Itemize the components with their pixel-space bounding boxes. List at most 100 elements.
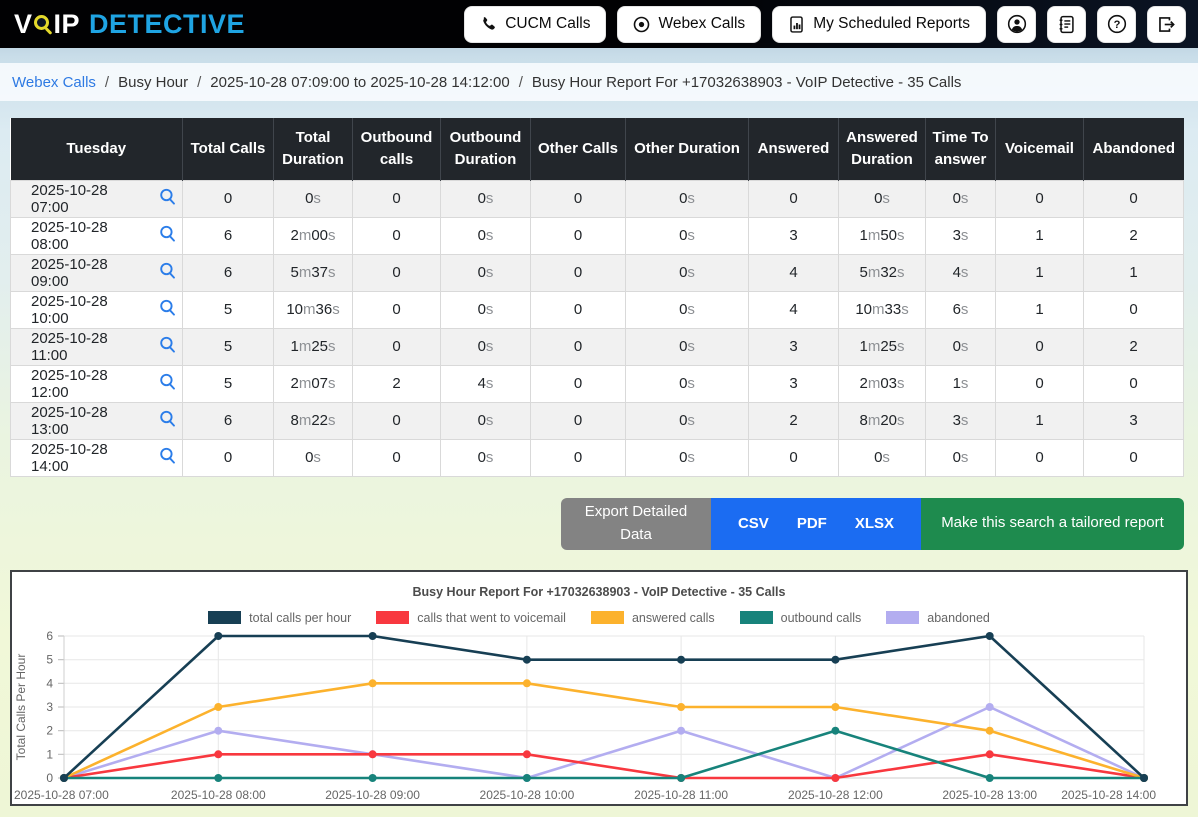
journal-button[interactable] (1047, 6, 1086, 43)
table-cell: 10m33s (839, 291, 926, 328)
legend-item[interactable]: calls that went to voicemail (376, 611, 566, 625)
breadcrumb-webex-calls-link[interactable]: Webex Calls (12, 74, 96, 91)
table-cell: 0 (996, 365, 1084, 402)
table-cell: 0 (996, 180, 1084, 217)
table-cell: 0 (353, 217, 441, 254)
table-cell: 0 (531, 328, 626, 365)
legend-item[interactable]: abandoned (886, 611, 990, 625)
table-cell: 6 (183, 254, 274, 291)
legend-label: abandoned (927, 611, 990, 625)
table-cell: 0 (183, 439, 274, 476)
table-cell: 0s (926, 328, 996, 365)
legend-swatch (591, 611, 624, 624)
table-cell: 0s (441, 328, 531, 365)
table-cell: 3 (749, 217, 839, 254)
table-cell: 2 (1084, 217, 1184, 254)
table-cell: 4s (441, 365, 531, 402)
breadcrumb-date-range: 2025-10-28 07:09:00 to 2025-10-28 14:12:… (210, 74, 509, 91)
table-cell: 0 (531, 180, 626, 217)
table-cell: 0 (1084, 291, 1184, 328)
table-cell: 4 (749, 291, 839, 328)
export-pdf-link[interactable]: PDF (797, 515, 827, 532)
row-search-icon[interactable] (159, 447, 177, 469)
logout-button[interactable] (1147, 6, 1186, 43)
legend-swatch (208, 611, 241, 624)
table-cell: 3 (1084, 402, 1184, 439)
table-row: 2025-10-28 11:0051m25s00s00s31m25s0s02 (11, 328, 1184, 365)
svg-text:5: 5 (46, 652, 53, 666)
help-button[interactable]: ? (1097, 6, 1136, 43)
legend-label: total calls per hour (249, 611, 351, 625)
breadcrumb-separator: / (105, 74, 109, 91)
table-cell: 0 (353, 328, 441, 365)
table-cell: 3 (749, 328, 839, 365)
table-cell: 5m37s (274, 254, 353, 291)
table-cell: 0s (441, 217, 531, 254)
table-cell: 0 (996, 439, 1084, 476)
export-xlsx-link[interactable]: XLSX (855, 515, 894, 532)
table-cell: 0s (626, 291, 749, 328)
table-cell: 0 (183, 180, 274, 217)
table-cell: 2m07s (274, 365, 353, 402)
table-cell: 0s (926, 180, 996, 217)
row-search-icon[interactable] (159, 262, 177, 284)
svg-text:2025-10-28 09:00: 2025-10-28 09:00 (325, 788, 420, 802)
webex-calls-button[interactable]: Webex Calls (617, 6, 761, 43)
table-header-row: Tuesday Total Calls Total Duration Outbo… (11, 118, 1184, 180)
my-scheduled-reports-button[interactable]: My Scheduled Reports (772, 6, 986, 43)
legend-item[interactable]: outbound calls (740, 611, 862, 625)
file-bar-graph-icon (788, 16, 805, 33)
account-icon (1007, 14, 1027, 34)
svg-text:0: 0 (46, 771, 53, 785)
table-cell: 0 (531, 365, 626, 402)
column-header: Abandoned (1084, 118, 1184, 180)
table-cell: 4s (926, 254, 996, 291)
svg-text:2025-10-28 13:00: 2025-10-28 13:00 (942, 788, 1037, 802)
table-cell: 0 (1084, 439, 1184, 476)
table-cell: 0s (274, 180, 353, 217)
legend-item[interactable]: answered calls (591, 611, 715, 625)
table-row: 2025-10-28 12:0052m07s24s00s32m03s1s00 (11, 365, 1184, 402)
table-cell: 0s (626, 217, 749, 254)
row-time-cell: 2025-10-28 08:00 (11, 217, 183, 254)
table-cell: 0 (353, 254, 441, 291)
svg-text:2025-10-28 14:00: 2025-10-28 14:00 (1061, 788, 1156, 802)
magnifier-logo-icon (34, 15, 53, 34)
table-cell: 0 (531, 402, 626, 439)
svg-text:2025-10-28 10:00: 2025-10-28 10:00 (480, 788, 575, 802)
table-cell: 0s (441, 291, 531, 328)
breadcrumb-report-title: Busy Hour Report For +17032638903 - VoIP… (532, 74, 962, 91)
voip-detective-logo: VIP DETECTIVE (14, 9, 245, 40)
table-cell: 1 (1084, 254, 1184, 291)
table-cell: 6s (926, 291, 996, 328)
column-header: Tuesday (11, 118, 183, 180)
row-search-icon[interactable] (159, 410, 177, 432)
table-cell: 0s (626, 402, 749, 439)
table-cell: 1m25s (839, 328, 926, 365)
table-body: 2025-10-28 07:0000s00s00s00s0s002025-10-… (11, 180, 1184, 476)
logo-v: V (14, 9, 33, 40)
tailored-report-button[interactable]: Make this search a tailored report (921, 498, 1184, 550)
account-button[interactable] (997, 6, 1036, 43)
legend-swatch (376, 611, 409, 624)
table-cell: 6 (183, 217, 274, 254)
column-header: Voicemail (996, 118, 1084, 180)
svg-text:Total Calls Per Hour: Total Calls Per Hour (14, 653, 28, 760)
chart-legend: total calls per hour calls that went to v… (12, 611, 1186, 625)
table-row: 2025-10-28 07:0000s00s00s00s0s00 (11, 180, 1184, 217)
row-search-icon[interactable] (159, 336, 177, 358)
row-time-cell: 2025-10-28 09:00 (11, 254, 183, 291)
row-search-icon[interactable] (159, 299, 177, 321)
row-search-icon[interactable] (159, 188, 177, 210)
legend-item[interactable]: total calls per hour (208, 611, 351, 625)
table-cell: 1s (926, 365, 996, 402)
svg-text:2: 2 (46, 723, 53, 737)
row-search-icon[interactable] (159, 225, 177, 247)
export-csv-link[interactable]: CSV (738, 515, 769, 532)
row-search-icon[interactable] (159, 373, 177, 395)
my-scheduled-reports-label: My Scheduled Reports (813, 15, 970, 33)
row-time: 2025-10-28 07:00 (31, 182, 146, 216)
export-detailed-data-button[interactable]: Export Detailed Data (561, 498, 711, 550)
cucm-calls-button[interactable]: CUCM Calls (464, 6, 606, 43)
chart-title: Busy Hour Report For +17032638903 - VoIP… (12, 572, 1186, 599)
